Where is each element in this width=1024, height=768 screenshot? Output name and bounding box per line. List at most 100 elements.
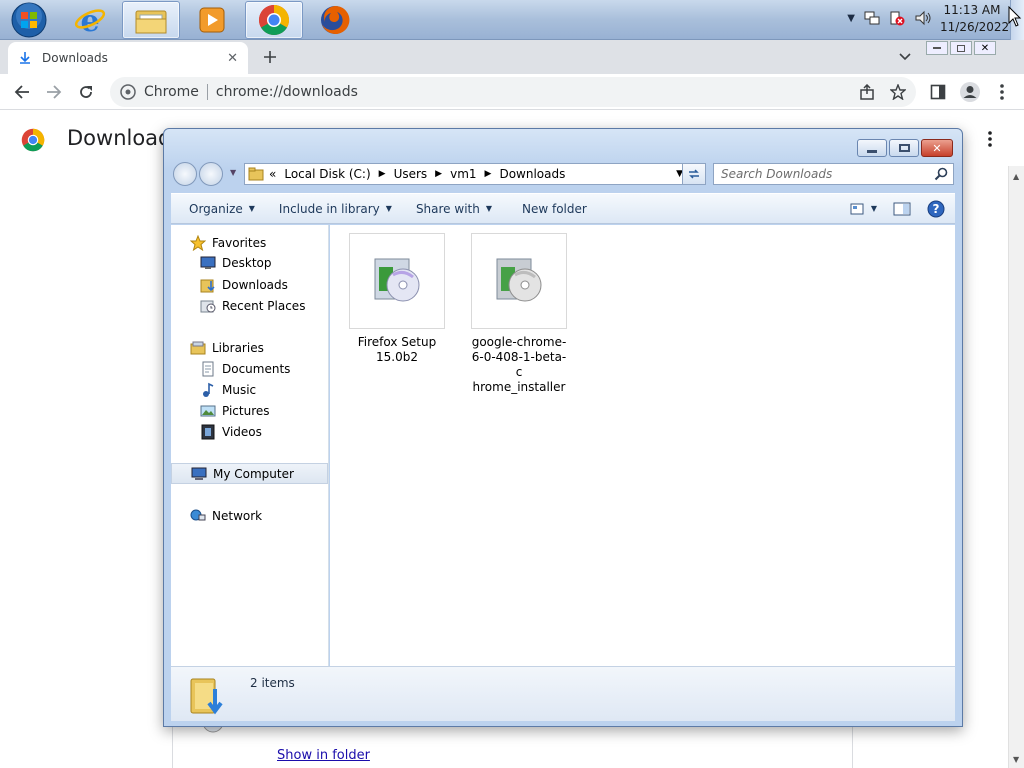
breadcrumb-arrow-icon[interactable]: ▶ <box>379 169 386 179</box>
breadcrumb-arrow-icon[interactable]: ▶ <box>435 169 442 179</box>
breadcrumb-overflow[interactable]: « <box>269 167 276 181</box>
nav-videos[interactable]: Videos <box>200 424 262 440</box>
pictures-icon <box>200 405 216 417</box>
side-panel-icon <box>930 84 946 100</box>
nav-favorites[interactable]: Favorites <box>190 235 266 251</box>
chrome-minimize-button[interactable] <box>926 41 948 55</box>
desktop-icon <box>200 256 216 269</box>
show-in-folder-link[interactable]: Show in folder <box>277 748 370 763</box>
chrome-restore-button[interactable] <box>950 41 972 55</box>
new-tab-button[interactable] <box>258 45 282 69</box>
omnibox-site-label: Chrome <box>144 84 199 100</box>
taskbar-firefox-button[interactable] <box>306 1 364 39</box>
breadcrumb-downloads[interactable]: Downloads <box>499 167 565 181</box>
breadcrumb-local-disk[interactable]: Local Disk (C:) <box>284 167 370 181</box>
share-button[interactable] <box>855 80 879 104</box>
explorer-minimize-button[interactable] <box>857 139 887 157</box>
taskbar-ie-button[interactable]: e <box>61 1 119 39</box>
volume-icon[interactable] <box>914 10 932 26</box>
bookmark-button[interactable] <box>886 80 910 104</box>
tab-search-button[interactable] <box>893 45 917 69</box>
taskbar: e ▼ 11:13 AM 11/26/2022 <box>0 0 1024 40</box>
taskbar-chrome-button[interactable] <box>245 1 303 39</box>
nav-libraries[interactable]: Libraries <box>190 340 264 356</box>
profile-button[interactable] <box>958 80 982 104</box>
star-icon <box>190 235 206 251</box>
nav-desktop[interactable]: Desktop <box>200 256 272 270</box>
explorer-maximize-button[interactable] <box>889 139 919 157</box>
nav-music[interactable]: Music <box>200 382 256 398</box>
nav-downloads[interactable]: Downloads <box>200 277 288 293</box>
change-view-button[interactable]: ▼ <box>850 203 877 215</box>
scroll-up-icon[interactable]: ▲ <box>1013 172 1019 181</box>
firefox-icon <box>321 5 350 34</box>
breadcrumb-arrow-icon[interactable]: ▶ <box>485 169 492 179</box>
search-input[interactable]: Search Downloads <box>713 163 954 185</box>
reload-button[interactable] <box>74 80 98 104</box>
show-hidden-icons-icon[interactable]: ▼ <box>847 13 855 24</box>
help-icon[interactable]: ? <box>927 200 945 218</box>
clock-time: 11:13 AM <box>943 3 1001 17</box>
share-with-menu[interactable]: Share with ▼ <box>416 202 492 216</box>
recent-pages-chevron-icon[interactable]: ▼ <box>230 168 236 177</box>
chrome-close-button[interactable]: ✕ <box>974 41 996 55</box>
file-item[interactable]: Firefox Setup 15.0b2 <box>349 233 445 365</box>
search-icon <box>934 167 948 181</box>
avatar-icon <box>960 82 980 102</box>
explorer-back-button[interactable] <box>173 162 197 186</box>
file-item[interactable]: google-chrome- 6-0-408-1-beta-c hrome_in… <box>471 233 567 395</box>
taskbar-mediaplayer-button[interactable] <box>183 1 241 39</box>
nav-network[interactable]: Network <box>190 508 262 524</box>
organize-menu[interactable]: Organize ▼ <box>189 202 255 216</box>
nav-label: Libraries <box>212 341 264 355</box>
breadcrumb-users[interactable]: Users <box>394 167 428 181</box>
explorer-forward-button[interactable] <box>199 162 223 186</box>
omnibox-separator <box>206 84 208 100</box>
installer-icon <box>374 258 420 302</box>
chevron-down-icon: ▼ <box>870 204 877 213</box>
chevron-down-icon: ▼ <box>485 204 492 213</box>
chrome-window-controls: ✕ <box>926 41 1020 57</box>
side-panel-button[interactable] <box>926 80 950 104</box>
file-thumbnail <box>349 233 445 329</box>
music-icon <box>203 382 214 397</box>
reload-icon <box>80 86 92 98</box>
start-button[interactable] <box>0 1 58 39</box>
preview-pane-icon[interactable] <box>893 202 911 216</box>
star-icon <box>890 84 906 100</box>
include-in-library-menu[interactable]: Include in library ▼ <box>279 202 392 216</box>
omnibox[interactable]: Chrome chrome://downloads <box>110 77 916 107</box>
item-count: 2 items <box>250 676 295 690</box>
chrome-tab-downloads[interactable]: Downloads ✕ <box>8 42 248 74</box>
tab-title: Downloads <box>42 51 108 65</box>
explorer-close-button[interactable]: ✕ <box>921 139 953 157</box>
mouse-cursor-icon <box>1008 6 1022 27</box>
nav-documents[interactable]: Documents <box>200 361 290 377</box>
forward-button[interactable] <box>42 80 66 104</box>
nav-label: Pictures <box>222 404 270 418</box>
page-scrollbar[interactable]: ▲ ▼ <box>1008 166 1024 768</box>
taskbar-clock[interactable]: 11:13 AM 11/26/2022 <box>940 2 1009 36</box>
refresh-button[interactable] <box>682 163 706 185</box>
tab-close-icon[interactable]: ✕ <box>227 51 238 66</box>
file-name-line: google-chrome- <box>471 335 567 349</box>
view-icon <box>850 203 864 214</box>
nav-label: Downloads <box>222 278 288 292</box>
nav-pictures[interactable]: Pictures <box>200 403 270 419</box>
network-tray-icon[interactable] <box>864 10 880 26</box>
nav-my-computer[interactable]: My Computer <box>171 463 328 484</box>
action-center-icon[interactable] <box>889 10 905 26</box>
explorer-address-bar[interactable]: « Local Disk (C:) ▶ Users ▶ vm1 ▶ Downlo… <box>244 163 706 185</box>
downloads-menu-button[interactable] <box>978 127 1002 151</box>
svg-text:e: e <box>80 4 99 36</box>
media-player-icon <box>199 7 225 33</box>
svg-text:?: ? <box>933 202 940 216</box>
taskbar-explorer-button[interactable] <box>122 1 180 39</box>
scroll-down-icon[interactable]: ▼ <box>1013 755 1019 764</box>
back-button[interactable] <box>10 80 34 104</box>
chrome-menu-button[interactable] <box>990 80 1014 104</box>
folder-icon <box>135 10 167 34</box>
new-folder-button[interactable]: New folder <box>522 202 587 216</box>
breadcrumb-vm1[interactable]: vm1 <box>450 167 476 181</box>
nav-recent-places[interactable]: Recent Places <box>200 298 305 314</box>
